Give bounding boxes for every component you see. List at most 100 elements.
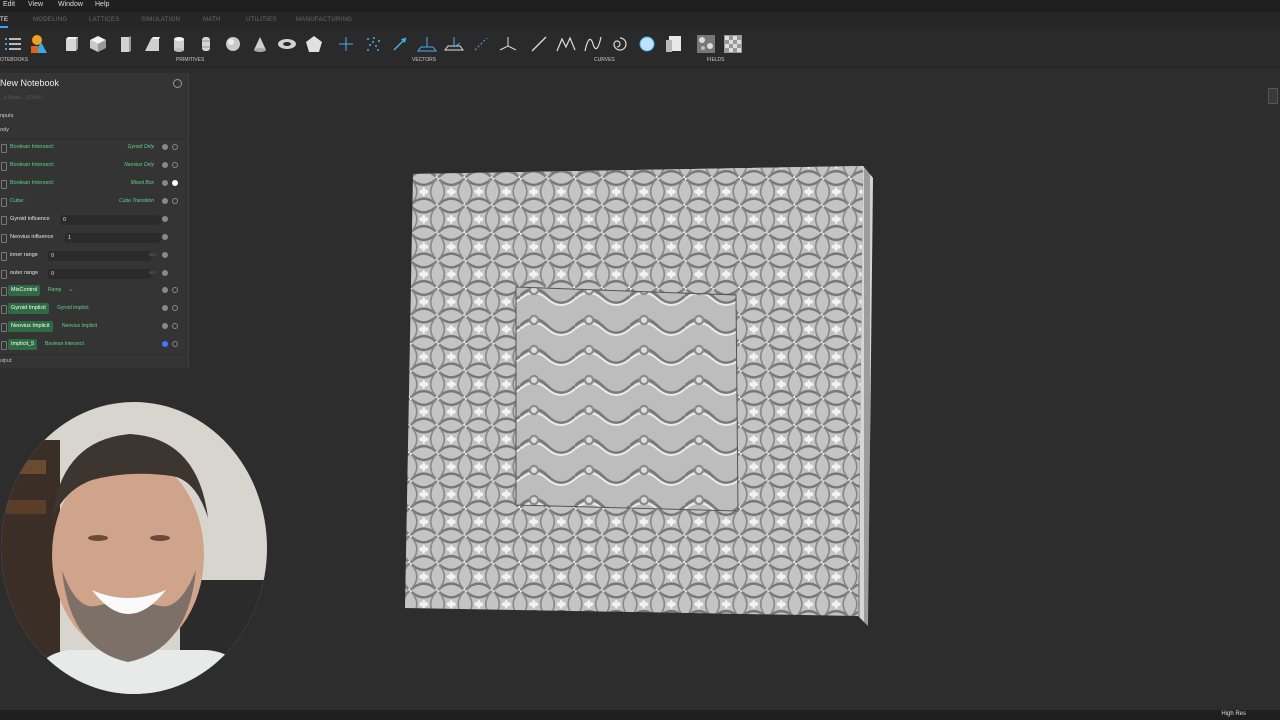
reference-link[interactable]: Boolean Intersect [45,341,84,347]
frame-icon[interactable] [443,33,465,55]
cylinder-primitive-icon[interactable] [168,33,190,55]
point-cloud-icon[interactable] [362,33,384,55]
help-icon[interactable] [162,198,168,204]
notebook-title: New Notebook [0,78,60,88]
help-icon[interactable] [162,216,168,222]
group-notebooks[interactable]: OTEBOOKS [0,57,28,63]
line-curve-icon[interactable] [528,33,550,55]
row-label: Boolean Intersect: [10,180,55,186]
visibility-toggle[interactable] [172,180,178,186]
wedge-primitive-icon[interactable] [141,33,163,55]
cube-primitive-icon[interactable] [87,33,109,55]
help-icon[interactable] [162,270,168,276]
tab-lattices[interactable]: LATTICES [89,17,120,23]
row-type-icon [1,162,7,171]
help-icon[interactable] [162,252,168,258]
list-item[interactable]: Neovius influence 1 [0,230,186,246]
list-item[interactable]: Gyroid influence 0 [0,212,186,228]
menu-window[interactable]: Window [58,1,83,8]
list-item[interactable]: MixControl Ramp ⌄ [0,283,186,299]
outer-range-input[interactable]: 0 [48,269,151,279]
notebook-list-icon[interactable] [2,33,24,55]
lattice-cube-model[interactable] [405,166,873,626]
visibility-toggle[interactable] [172,287,178,293]
visibility-toggle[interactable] [172,305,178,311]
tab-create[interactable]: TE [0,17,8,23]
sphere-primitive-icon[interactable] [222,33,244,55]
list-item[interactable]: Cube: Cube Transition [0,194,186,210]
list-item[interactable]: Boolean Intersect: Mixed Box [0,176,186,192]
dashed-vector-icon[interactable] [470,33,492,55]
help-icon[interactable] [162,234,168,240]
group-primitives[interactable]: PRIMITIVES [176,57,204,63]
polyline-curve-icon[interactable] [555,33,577,55]
visibility-toggle[interactable] [172,198,178,204]
group-vectors[interactable]: VECTORS [412,57,436,63]
variable-tag[interactable]: Gyroid Implicit [8,303,49,314]
point-vector-icon[interactable] [335,33,357,55]
row-type-icon [1,270,7,279]
cone-primitive-icon[interactable] [249,33,271,55]
list-item[interactable]: Implicit_5 Boolean Intersect [0,337,186,353]
plane-icon[interactable] [416,33,438,55]
tab-manufacturing[interactable]: MANUFACTURING [296,17,352,23]
field-noise-icon[interactable] [695,33,717,55]
list-item[interactable]: Gyroid Implicit Gyroid Implicit [0,301,186,317]
list-item[interactable]: Boolean Intersect: Neovius Only [0,158,186,174]
capsule-primitive-icon[interactable] [195,33,217,55]
group-fields[interactable]: FIELDS [707,57,725,63]
torus-primitive-icon[interactable] [276,33,298,55]
nav-cube-icon[interactable] [1268,88,1278,104]
field-grid-icon[interactable] [722,33,744,55]
help-icon[interactable] [162,162,168,168]
visibility-toggle[interactable] [172,323,178,329]
gyroid-influence-input[interactable]: 0 [60,215,161,225]
render-quality-label[interactable]: High Res [1221,711,1246,717]
variable-tag[interactable]: Implicit_5 [8,339,38,350]
tab-utilities[interactable]: UTILITIES [246,17,277,23]
help-icon[interactable] [162,305,168,311]
visibility-toggle[interactable] [172,162,178,168]
tab-simulation[interactable]: SIMULATION [141,17,180,23]
tall-box-primitive-icon[interactable] [114,33,136,55]
help-icon[interactable] [162,144,168,150]
variable-tag[interactable]: Neovius Implicit [8,321,53,332]
box-primitive-icon[interactable] [60,33,82,55]
polyhedron-primitive-icon[interactable] [303,33,325,55]
list-item[interactable]: Neovius Implicit Neovius Implicit [0,319,186,335]
help-icon[interactable] [162,341,168,347]
reference-link[interactable]: Neovius Implicit [62,323,97,329]
menu-help[interactable]: Help [95,1,109,8]
menu-edit[interactable]: Edit [3,1,15,8]
menu-view[interactable]: View [28,1,43,8]
list-item[interactable]: Boolean Intersect: Gyroid Only [0,140,186,156]
variable-tag[interactable]: MixControl [8,285,41,296]
tab-modeling[interactable]: MODELING [33,17,67,23]
axis-icon[interactable] [497,33,519,55]
list-item[interactable]: inner range 0 mm [0,248,186,264]
vector-arrow-icon[interactable] [389,33,411,55]
visibility-toggle[interactable] [172,144,178,150]
help-icon[interactable] [162,323,168,329]
shapes-icon[interactable] [29,33,51,55]
help-icon[interactable] [162,287,168,293]
curve-sheet-icon[interactable] [663,33,685,55]
refresh-icon[interactable] [173,79,182,88]
circle-curve-icon[interactable] [636,33,658,55]
chevron-down-icon[interactable]: ⌄ [68,285,74,293]
ramp-dropdown[interactable]: Ramp [48,287,61,293]
visibility-toggle[interactable] [172,341,178,347]
row-label: Gyroid influence [10,216,50,222]
output-label: utput: [0,358,13,364]
list-item[interactable]: outer range 0 mm [0,266,186,282]
spline-curve-icon[interactable] [582,33,604,55]
3d-viewport[interactable] [190,68,1280,708]
row-label: inner range [10,252,38,258]
neovius-influence-input[interactable]: 1 [65,233,161,243]
group-curves[interactable]: CURVES [594,57,615,63]
help-icon[interactable] [162,180,168,186]
inner-range-input[interactable]: 0 [48,251,151,261]
reference-link[interactable]: Gyroid Implicit [57,305,89,311]
helix-curve-icon[interactable] [609,33,631,55]
tab-math[interactable]: MATH [203,17,221,23]
